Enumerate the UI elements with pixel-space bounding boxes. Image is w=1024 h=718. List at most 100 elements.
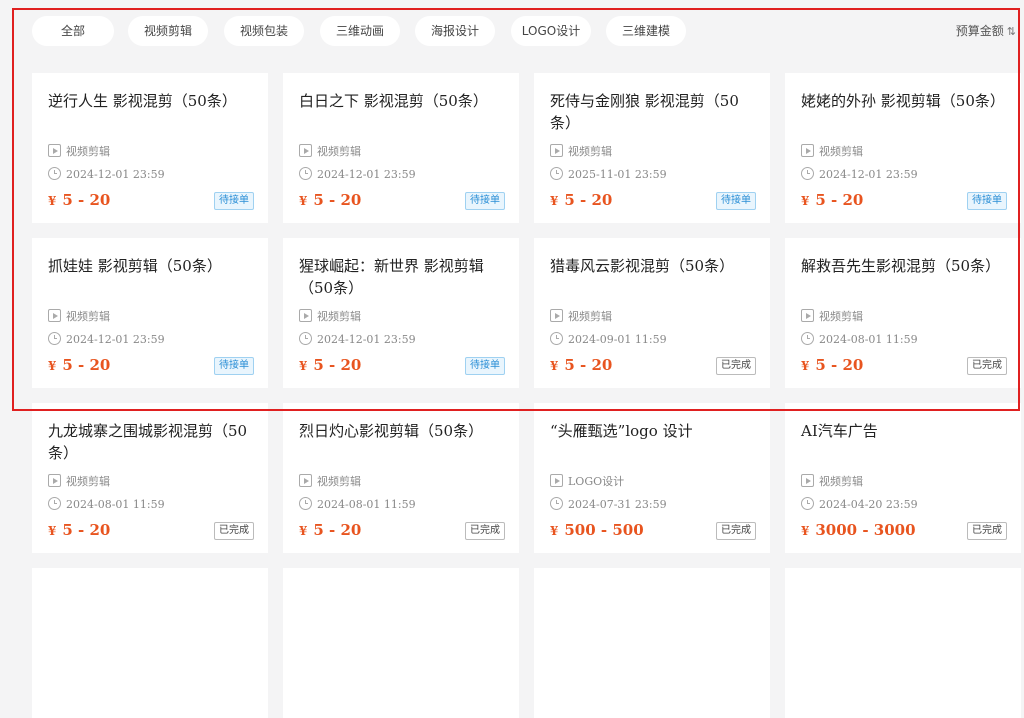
deadline-label: 2024-08-01 11:59 [317,498,416,511]
task-title: 死侍与金刚狼 影视混剪（50条） [550,92,739,132]
task-title: 烈日灼心影视剪辑（50条） [299,422,484,440]
deadline-label: 2024-12-01 23:59 [66,333,165,346]
currency-symbol: ¥ [550,194,559,208]
task-card[interactable]: 猩球崛起：新世界 影视剪辑（50条） 视频剪辑 2024-12-01 23:59… [283,238,519,388]
tab-3d-modeling[interactable]: 三维建模 [606,16,686,46]
category-label: 视频剪辑 [317,145,361,158]
task-card[interactable]: AI汽车广告 视频剪辑 2024-04-20 23:59 ¥3000 - 300… [785,403,1021,553]
task-deadline: 2024-04-20 23:59 [801,497,918,513]
status-badge: 待接单 [967,192,1007,210]
task-category: 视频剪辑 [48,474,110,490]
task-card[interactable]: 烈日灼心影视剪辑（50条） 视频剪辑 2024-08-01 11:59 ¥5 -… [283,403,519,553]
task-title: 抓娃娃 影视剪辑（50条） [48,257,222,275]
task-price: ¥5 - 20 [48,520,110,540]
category-label: 视频剪辑 [819,310,863,323]
video-icon [48,474,61,487]
task-deadline: 2024-12-01 23:59 [299,167,416,183]
task-price: ¥5 - 20 [550,355,612,375]
currency-symbol: ¥ [801,194,810,208]
task-category: 视频剪辑 [550,144,612,160]
task-card[interactable]: 抓娃娃 影视剪辑（50条） 视频剪辑 2024-12-01 23:59 ¥5 -… [32,238,268,388]
tab-video-packaging[interactable]: 视频包装 [224,16,304,46]
task-category: 视频剪辑 [299,144,361,160]
task-card[interactable]: 九龙城寨之围城影视混剪（50条） 视频剪辑 2024-08-01 11:59 ¥… [32,403,268,553]
task-title: 姥姥的外孙 影视剪辑（50条） [801,92,1005,110]
task-card-partial[interactable] [785,568,1021,718]
status-badge: 待接单 [214,192,254,210]
clock-icon [48,497,61,510]
currency-symbol: ¥ [299,524,308,538]
status-badge: 已完成 [716,522,756,540]
task-price: ¥5 - 20 [299,190,361,210]
tab-3d-animation[interactable]: 三维动画 [320,16,400,46]
task-card-partial[interactable] [32,568,268,718]
status-badge: 已完成 [465,522,505,540]
status-badge: 已完成 [967,522,1007,540]
clock-icon [550,167,563,180]
clock-icon [801,167,814,180]
tab-logo-design[interactable]: LOGO设计 [511,16,591,46]
task-card[interactable]: 猎毒风云影视混剪（50条） 视频剪辑 2024-09-01 11:59 ¥5 -… [534,238,770,388]
task-deadline: 2024-07-31 23:59 [550,497,667,513]
sort-label: 预算金额 [955,24,1004,38]
currency-symbol: ¥ [299,359,308,373]
currency-symbol: ¥ [801,524,810,538]
deadline-label: 2024-04-20 23:59 [819,498,918,511]
category-label: 视频剪辑 [819,145,863,158]
category-label: 视频剪辑 [66,310,110,323]
task-category: 视频剪辑 [550,309,612,325]
deadline-label: 2024-12-01 23:59 [66,168,165,181]
deadline-label: 2024-08-01 11:59 [819,333,918,346]
tab-all[interactable]: 全部 [32,16,114,46]
category-label: 视频剪辑 [568,310,612,323]
video-icon [801,144,814,157]
task-card[interactable]: 解救吾先生影视混剪（50条） 视频剪辑 2024-08-01 11:59 ¥5 … [785,238,1021,388]
video-icon [550,144,563,157]
task-card[interactable]: 死侍与金刚狼 影视混剪（50条） 视频剪辑 2025-11-01 23:59 ¥… [534,73,770,223]
task-title: “头雁甄选”logo 设计 [550,422,693,440]
category-label: 视频剪辑 [819,475,863,488]
task-title: 猎毒风云影视混剪（50条） [550,257,735,275]
price-range: 5 - 20 [313,356,362,374]
task-card[interactable]: 逆行人生 影视混剪（50条） 视频剪辑 2024-12-01 23:59 ¥5 … [32,73,268,223]
task-deadline: 2024-12-01 23:59 [299,332,416,348]
price-range: 3000 - 3000 [815,521,916,539]
tab-video-editing[interactable]: 视频剪辑 [128,16,208,46]
sort-by-budget[interactable]: 预算金额 ⇅ [956,16,1016,46]
category-label: 视频剪辑 [317,310,361,323]
task-category: 视频剪辑 [801,474,863,490]
deadline-label: 2024-09-01 11:59 [568,333,667,346]
task-card-partial[interactable] [283,568,519,718]
video-icon [550,474,563,487]
price-range: 5 - 20 [62,356,111,374]
clock-icon [299,332,312,345]
currency-symbol: ¥ [299,194,308,208]
task-card-partial[interactable] [534,568,770,718]
tab-poster-design[interactable]: 海报设计 [415,16,495,46]
clock-icon [299,167,312,180]
deadline-label: 2024-07-31 23:59 [568,498,667,511]
currency-symbol: ¥ [48,359,57,373]
status-badge: 待接单 [716,192,756,210]
price-range: 5 - 20 [62,191,111,209]
status-badge: 待接单 [214,357,254,375]
status-badge: 待接单 [465,357,505,375]
task-price: ¥5 - 20 [801,190,863,210]
clock-icon [299,497,312,510]
status-badge: 已完成 [716,357,756,375]
price-range: 5 - 20 [564,191,613,209]
currency-symbol: ¥ [801,359,810,373]
task-card[interactable]: “头雁甄选”logo 设计 LOGO设计 2024-07-31 23:59 ¥5… [534,403,770,553]
video-icon [801,474,814,487]
task-deadline: 2025-11-01 23:59 [550,167,667,183]
category-label: LOGO设计 [568,475,625,488]
task-category: 视频剪辑 [299,474,361,490]
task-card[interactable]: 白日之下 影视混剪（50条） 视频剪辑 2024-12-01 23:59 ¥5 … [283,73,519,223]
price-range: 5 - 20 [815,356,864,374]
task-price: ¥5 - 20 [299,355,361,375]
task-card[interactable]: 姥姥的外孙 影视剪辑（50条） 视频剪辑 2024-12-01 23:59 ¥5… [785,73,1021,223]
clock-icon [550,497,563,510]
video-icon [801,309,814,322]
task-title: 白日之下 影视混剪（50条） [299,92,488,110]
task-price: ¥500 - 500 [550,520,644,540]
